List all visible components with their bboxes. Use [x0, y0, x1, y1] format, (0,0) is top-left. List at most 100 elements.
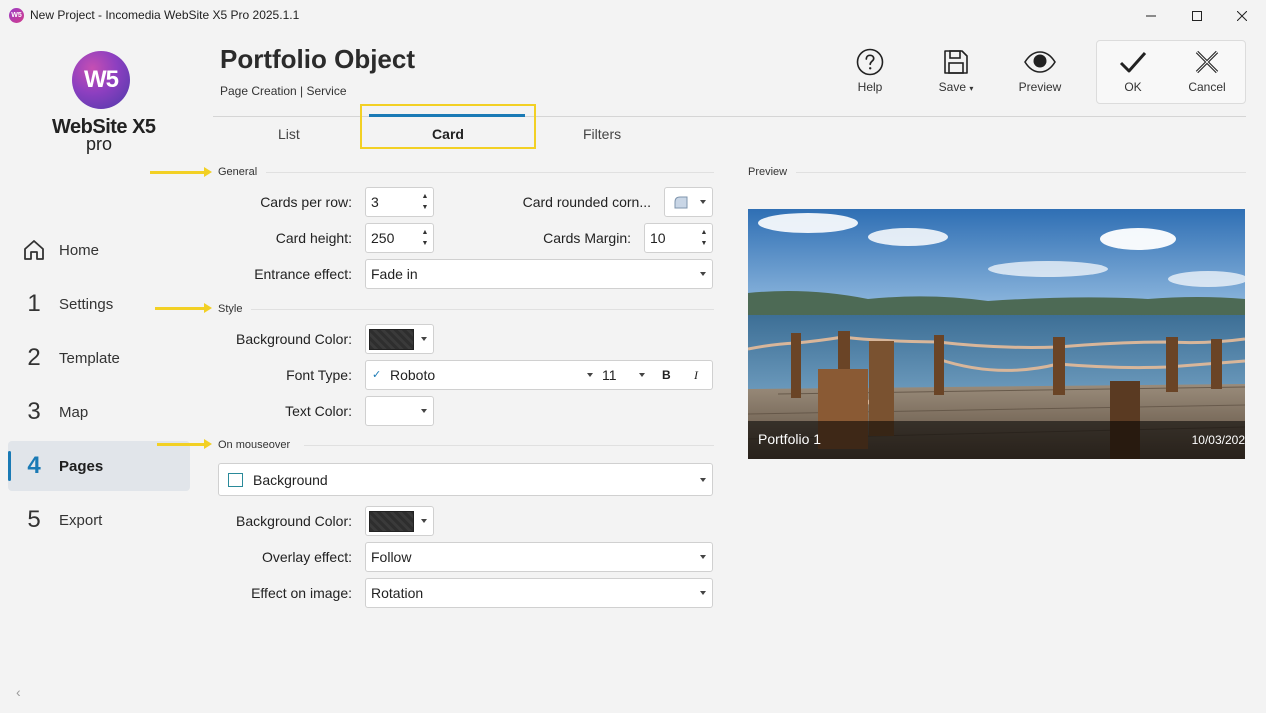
background-color-picker[interactable] [365, 324, 434, 354]
hover-background-color-label: Background Color: [236, 513, 352, 529]
sidebar-item-home[interactable]: Home [8, 225, 190, 275]
preview-label: Preview [1018, 80, 1062, 94]
section-on-mouseover: On mouseover [218, 439, 291, 451]
checkmark-icon [1119, 52, 1147, 73]
help-icon [856, 48, 884, 76]
entrance-effect-select[interactable]: Fade in [365, 259, 713, 289]
maximize-icon [1192, 11, 1202, 21]
window-title: New Project - Incomedia WebSite X5 Pro 2… [30, 8, 300, 22]
sidebar-item-label: Settings [59, 295, 114, 313]
rounded-corners-select[interactable] [664, 187, 713, 217]
sidebar-item-pages[interactable]: 4 Pages [8, 441, 190, 491]
background-color-label: Background Color: [236, 331, 352, 347]
logo-mark: W5 [84, 66, 119, 93]
sidebar-item-number: 4 [27, 452, 41, 479]
help-button[interactable]: Help [835, 48, 905, 94]
active-tab-indicator [369, 114, 525, 117]
sidebar-item-label: Export [59, 511, 103, 529]
save-button[interactable]: Save ▾ [921, 48, 991, 94]
card-height-stepper[interactable]: 250 ▲ ▼ [365, 223, 434, 253]
chevron-down-icon [700, 272, 706, 276]
effect-on-image-select[interactable]: Rotation [365, 578, 713, 608]
chevron-down-icon[interactable] [587, 373, 593, 377]
cards-per-row-stepper[interactable]: 3 ▲ ▼ [365, 187, 434, 217]
cancel-icon [1195, 50, 1219, 74]
cancel-button[interactable]: Cancel [1172, 48, 1242, 94]
sidebar-item-export[interactable]: 5 Export [8, 495, 190, 545]
overlay-effect-value: Follow [371, 549, 412, 565]
background-mode-icon [228, 473, 243, 487]
bold-button[interactable]: B [662, 368, 671, 382]
spin-arrows-icon[interactable]: ▲ ▼ [420, 227, 430, 249]
breadcrumb: Page Creation | Service [220, 84, 347, 98]
eye-icon [1024, 51, 1056, 73]
chevron-down-icon [700, 555, 706, 559]
chevron-down-icon [421, 409, 427, 413]
tab-list[interactable]: List [278, 126, 300, 142]
sidebar-item-number: 2 [27, 344, 41, 371]
app-logo: W5 [72, 51, 130, 109]
chevron-down-icon [700, 478, 706, 482]
spin-arrows-icon[interactable]: ▲ ▼ [699, 227, 709, 249]
maximize-button[interactable] [1174, 0, 1220, 32]
mouseover-mode-select[interactable]: Background [218, 463, 713, 496]
collapse-sidebar-icon[interactable]: ‹ [16, 684, 21, 700]
sidebar-item-number: 5 [27, 506, 41, 533]
preview-button[interactable]: Preview [1005, 48, 1075, 94]
overlay-effect-select[interactable]: Follow [365, 542, 713, 572]
tab-filters[interactable]: Filters [583, 126, 621, 142]
save-icon [944, 50, 968, 74]
save-label: Save ▾ [938, 80, 974, 94]
title-bar: W5 New Project - Incomedia WebSite X5 Pr… [0, 0, 1266, 32]
close-icon [1237, 11, 1247, 21]
effect-on-image-value: Rotation [371, 585, 424, 601]
color-swatch [369, 401, 414, 422]
app-icon-text: W5 [11, 12, 22, 19]
home-icon [24, 240, 44, 260]
entrance-effect-value: Fade in [371, 266, 418, 282]
preview-card: Portfolio 1 10/03/202 [748, 209, 1245, 459]
mouseover-mode-value: Background [253, 472, 328, 488]
section-style: Style [218, 303, 243, 315]
chevron-down-icon [700, 200, 706, 204]
rounded-corners-label: Card rounded corn... [522, 194, 651, 210]
logo-edition: pro [86, 134, 113, 154]
italic-button[interactable]: I [694, 368, 698, 383]
cancel-label: Cancel [1188, 80, 1226, 94]
sidebar-item-map[interactable]: 3 Map [8, 387, 190, 437]
cards-per-row-label: Cards per row: [260, 194, 352, 210]
sidebar-item-settings[interactable]: 1 Settings [8, 279, 190, 329]
chevron-down-icon[interactable] [639, 373, 645, 377]
hover-background-color-picker[interactable] [365, 506, 434, 536]
preview-heading: Preview [748, 166, 788, 178]
sidebar-item-template[interactable]: 2 Template [8, 333, 190, 383]
tab-card[interactable]: Card [360, 126, 536, 142]
font-size-value[interactable]: 11 [602, 367, 617, 383]
chevron-down-icon [421, 519, 427, 523]
card-height-label: Card height: [275, 230, 352, 246]
cards-margin-stepper[interactable]: 10 ▲ ▼ [644, 223, 713, 253]
page-title: Portfolio Object [220, 44, 415, 74]
ok-button[interactable]: OK [1098, 48, 1168, 94]
help-label: Help [857, 80, 883, 94]
sidebar-item-label: Map [59, 403, 89, 421]
sidebar: W5 WebSite X5 pro Home 1 Settings 2 Temp… [0, 32, 200, 713]
font-type-label: Font Type: [286, 367, 352, 383]
sidebar-item-number: 3 [27, 398, 41, 425]
rounded-corner-icon [674, 196, 688, 209]
minimize-button[interactable] [1128, 0, 1174, 32]
close-window-button[interactable] [1219, 0, 1265, 32]
card-height-value: 250 [371, 230, 395, 246]
entrance-effect-label: Entrance effect: [254, 266, 352, 282]
preview-card-title: Portfolio 1 [758, 431, 822, 447]
app-icon: W5 [9, 8, 24, 23]
text-color-picker[interactable] [365, 396, 434, 426]
spin-arrows-icon[interactable]: ▲ ▼ [420, 191, 430, 213]
divider [266, 172, 714, 173]
font-name-value[interactable]: Roboto [390, 367, 435, 383]
sidebar-item-label: Home [59, 241, 100, 259]
cards-per-row-value: 3 [371, 194, 379, 210]
check-icon: ✓ [372, 369, 382, 381]
color-swatch [369, 511, 414, 532]
sidebar-item-number: 1 [27, 290, 41, 317]
